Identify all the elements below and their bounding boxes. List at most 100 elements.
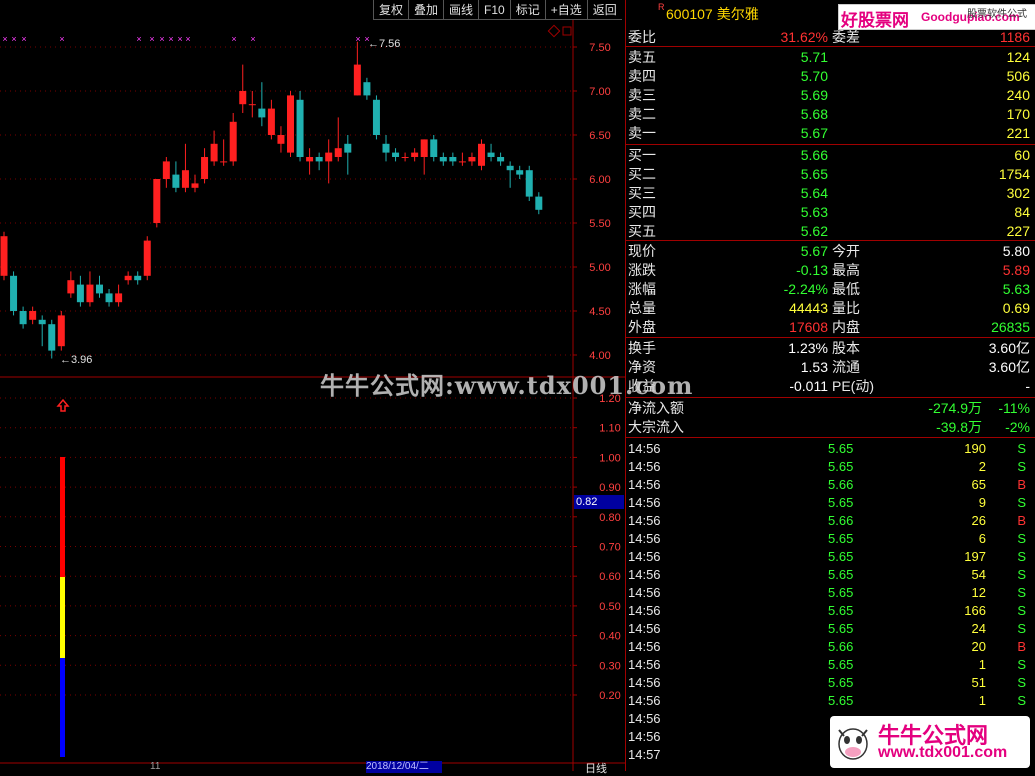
sell-level-row: 卖二 5.68 170 <box>628 106 1030 122</box>
buy-level-row: 买一 5.66 60 <box>628 147 1030 163</box>
candle-body <box>334 148 342 157</box>
stock-code: 600107 <box>666 6 713 22</box>
indicator-tick-label: 0.60 <box>599 571 620 583</box>
price-tick-label: 6.00 <box>589 174 610 186</box>
candle-body <box>86 284 94 303</box>
tick-row: 14:56 5.65 197 S <box>628 549 1026 564</box>
cow-logo-icon <box>838 728 868 760</box>
candle-body <box>411 152 419 157</box>
candle-body <box>201 157 209 179</box>
candle-body <box>153 179 161 223</box>
candle-body <box>0 236 8 276</box>
signal-marker: × <box>355 34 360 44</box>
stat2-row: 换手 1.23% 股本 3.60亿 <box>628 340 1030 356</box>
sell-level-row: 卖一 5.67 221 <box>628 125 1030 141</box>
buy-level-row: 买三 5.64 302 <box>628 185 1030 201</box>
signal-marker: × <box>11 34 16 44</box>
candle-body <box>48 324 56 351</box>
indicator-tick-label: 0.80 <box>599 512 620 524</box>
candle-body <box>258 108 266 118</box>
candle-body <box>401 157 409 158</box>
candle-body <box>29 311 37 320</box>
indicator-tick-label: 0.40 <box>599 631 620 643</box>
signal-marker: × <box>21 34 26 44</box>
price-tick-label: 7.00 <box>589 86 610 98</box>
candle-body <box>115 293 123 303</box>
price-tick-label: 7.50 <box>589 42 610 54</box>
candle-body <box>449 157 457 162</box>
sell-level-row: 卖三 5.69 240 <box>628 87 1030 103</box>
indicator-value-box: 0.82 <box>574 495 624 509</box>
fund-flow-row: 大宗流入 -39.8万 -2% <box>628 419 1030 435</box>
signal-marker: × <box>250 34 255 44</box>
candle-body <box>124 275 132 281</box>
candle-body <box>516 170 524 175</box>
indicator-tick-label: 0.20 <box>599 690 620 702</box>
toolbar-f10-button[interactable]: F10 <box>478 0 510 20</box>
indicator-tick-label: 0.30 <box>599 660 620 672</box>
indicator-bar <box>60 577 65 658</box>
candle-body <box>439 157 447 162</box>
tick-row: 14:56 5.65 24 S <box>628 621 1026 636</box>
candle-body <box>296 99 304 157</box>
candle-body <box>506 165 514 171</box>
tick-row: 14:56 5.65 2 S <box>628 459 1026 474</box>
toolbar-draw-button[interactable]: 画线 <box>443 0 479 20</box>
candle-body <box>191 183 199 188</box>
price-tick-label: 6.50 <box>589 130 610 142</box>
stock-title: R 600107 美尔雅 <box>658 2 759 24</box>
candle-body <box>420 139 428 157</box>
tick-row: 14:56 5.65 1 S <box>628 657 1026 672</box>
candle-body <box>353 64 361 96</box>
candle-body <box>172 174 180 188</box>
signal-marker: × <box>177 34 182 44</box>
candle-body <box>372 99 380 135</box>
window-icon <box>562 26 572 36</box>
toolbar-overlay-button[interactable]: 叠加 <box>408 0 444 20</box>
stock-name: 美尔雅 <box>716 6 759 22</box>
site-logo: 好股票网 Goodgupiao.com 股票软件公式 <box>838 4 1035 30</box>
toolbar-mark-button[interactable]: 标记 <box>509 0 545 20</box>
candle-body <box>487 152 495 157</box>
watermark-corner: 牛牛公式网 www.tdx001.com <box>830 716 1030 768</box>
candle-body <box>134 275 142 281</box>
high-price-label: ←7.56 <box>368 38 401 50</box>
candle-body <box>67 280 75 294</box>
price-tick-label: 4.00 <box>589 350 610 362</box>
date-label: 2018/12/04/二 <box>366 761 442 773</box>
candle-body <box>220 161 228 163</box>
indicator-bar <box>60 658 65 757</box>
toolbar-back-button[interactable]: 返回 <box>586 0 622 20</box>
candle-body <box>497 157 505 162</box>
stat-row: 外盘 17608 内盘 26835 <box>628 319 1030 335</box>
tick-row: 14:56 5.65 51 S <box>628 675 1026 690</box>
candle-body <box>143 240 151 276</box>
candle-body <box>344 143 352 153</box>
toolbar-fuquan-button[interactable]: 复权 <box>373 0 409 20</box>
signal-marker: × <box>231 34 236 44</box>
tick-row: 14:56 5.65 12 S <box>628 585 1026 600</box>
toolbar-add-watchlist-button[interactable]: +自选 <box>544 0 587 20</box>
buy-signal-arrow-icon <box>56 398 70 412</box>
candle-body <box>267 108 275 135</box>
indicator-tick-label: 1.00 <box>599 452 620 464</box>
candle-body <box>468 157 476 162</box>
buy-level-row: 买五 5.62 227 <box>628 223 1030 239</box>
candle-body <box>525 170 533 197</box>
indicator-tick-label: 0.90 <box>599 482 620 494</box>
candle-body <box>76 284 84 303</box>
chart-toolbar: 复权 叠加 画线 F10 标记 +自选 返回 <box>373 0 622 20</box>
stat-row: 涨跌 -0.13 最高 5.89 <box>628 262 1030 278</box>
tick-row: 14:56 5.65 9 S <box>628 495 1026 510</box>
period-label[interactable]: 日线 <box>585 760 607 776</box>
candle-body <box>239 91 247 105</box>
stat-row: 涨幅 -2.24% 最低 5.63 <box>628 281 1030 297</box>
signal-marker: × <box>185 34 190 44</box>
fund-flow-row: 净流入额 -274.9万 -11% <box>628 400 1030 416</box>
candle-body <box>10 275 18 311</box>
candle-body <box>96 284 103 294</box>
indicator-bar <box>60 457 65 577</box>
candle-body <box>19 311 27 325</box>
candle-body <box>57 315 65 347</box>
stat-row: 总量 44443 量比 0.69 <box>628 300 1030 316</box>
